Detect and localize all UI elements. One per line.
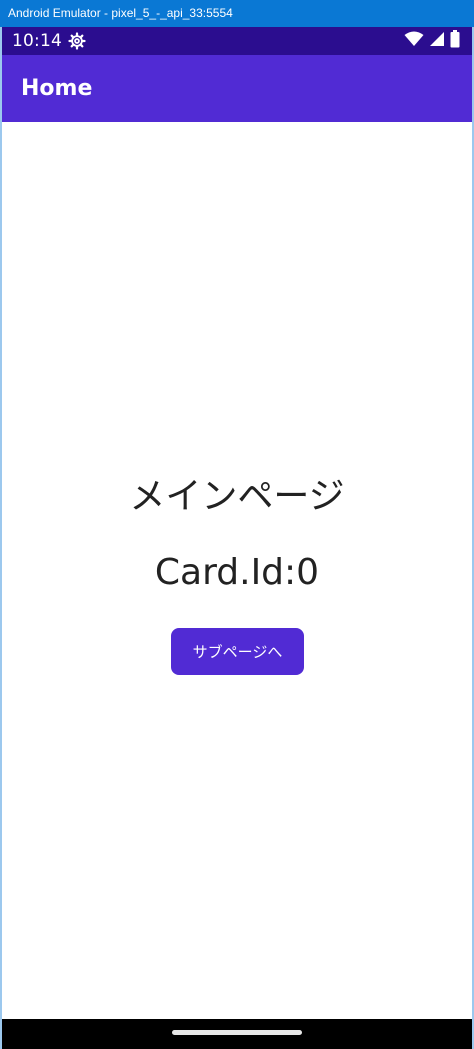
main-page-label: メインページ [129, 476, 345, 517]
status-bar: 10:14 [2, 27, 472, 55]
device-screen: 10:14 Home メインページ Card.Id:0 サブページへ [0, 27, 474, 1049]
gear-icon [68, 32, 86, 50]
page-title: Home [21, 76, 93, 101]
sub-page-button[interactable]: サブページへ [171, 628, 304, 675]
status-icons [404, 30, 460, 52]
wifi-icon [404, 31, 424, 51]
navigation-bar [2, 1019, 472, 1049]
card-id-label: Card.Id:0 [154, 552, 320, 593]
emulator-window: Android Emulator - pixel_5_-_api_33:5554… [0, 0, 474, 1049]
status-time: 10:14 [12, 31, 62, 51]
emulator-title: Android Emulator - pixel_5_-_api_33:5554 [8, 6, 233, 20]
cellular-signal-icon [429, 31, 445, 51]
gesture-handle[interactable] [172, 1030, 302, 1035]
main-content: メインページ Card.Id:0 サブページへ [2, 122, 472, 1019]
app-bar: Home [2, 55, 472, 122]
emulator-title-bar[interactable]: Android Emulator - pixel_5_-_api_33:5554 [0, 0, 474, 27]
battery-icon [450, 30, 460, 52]
